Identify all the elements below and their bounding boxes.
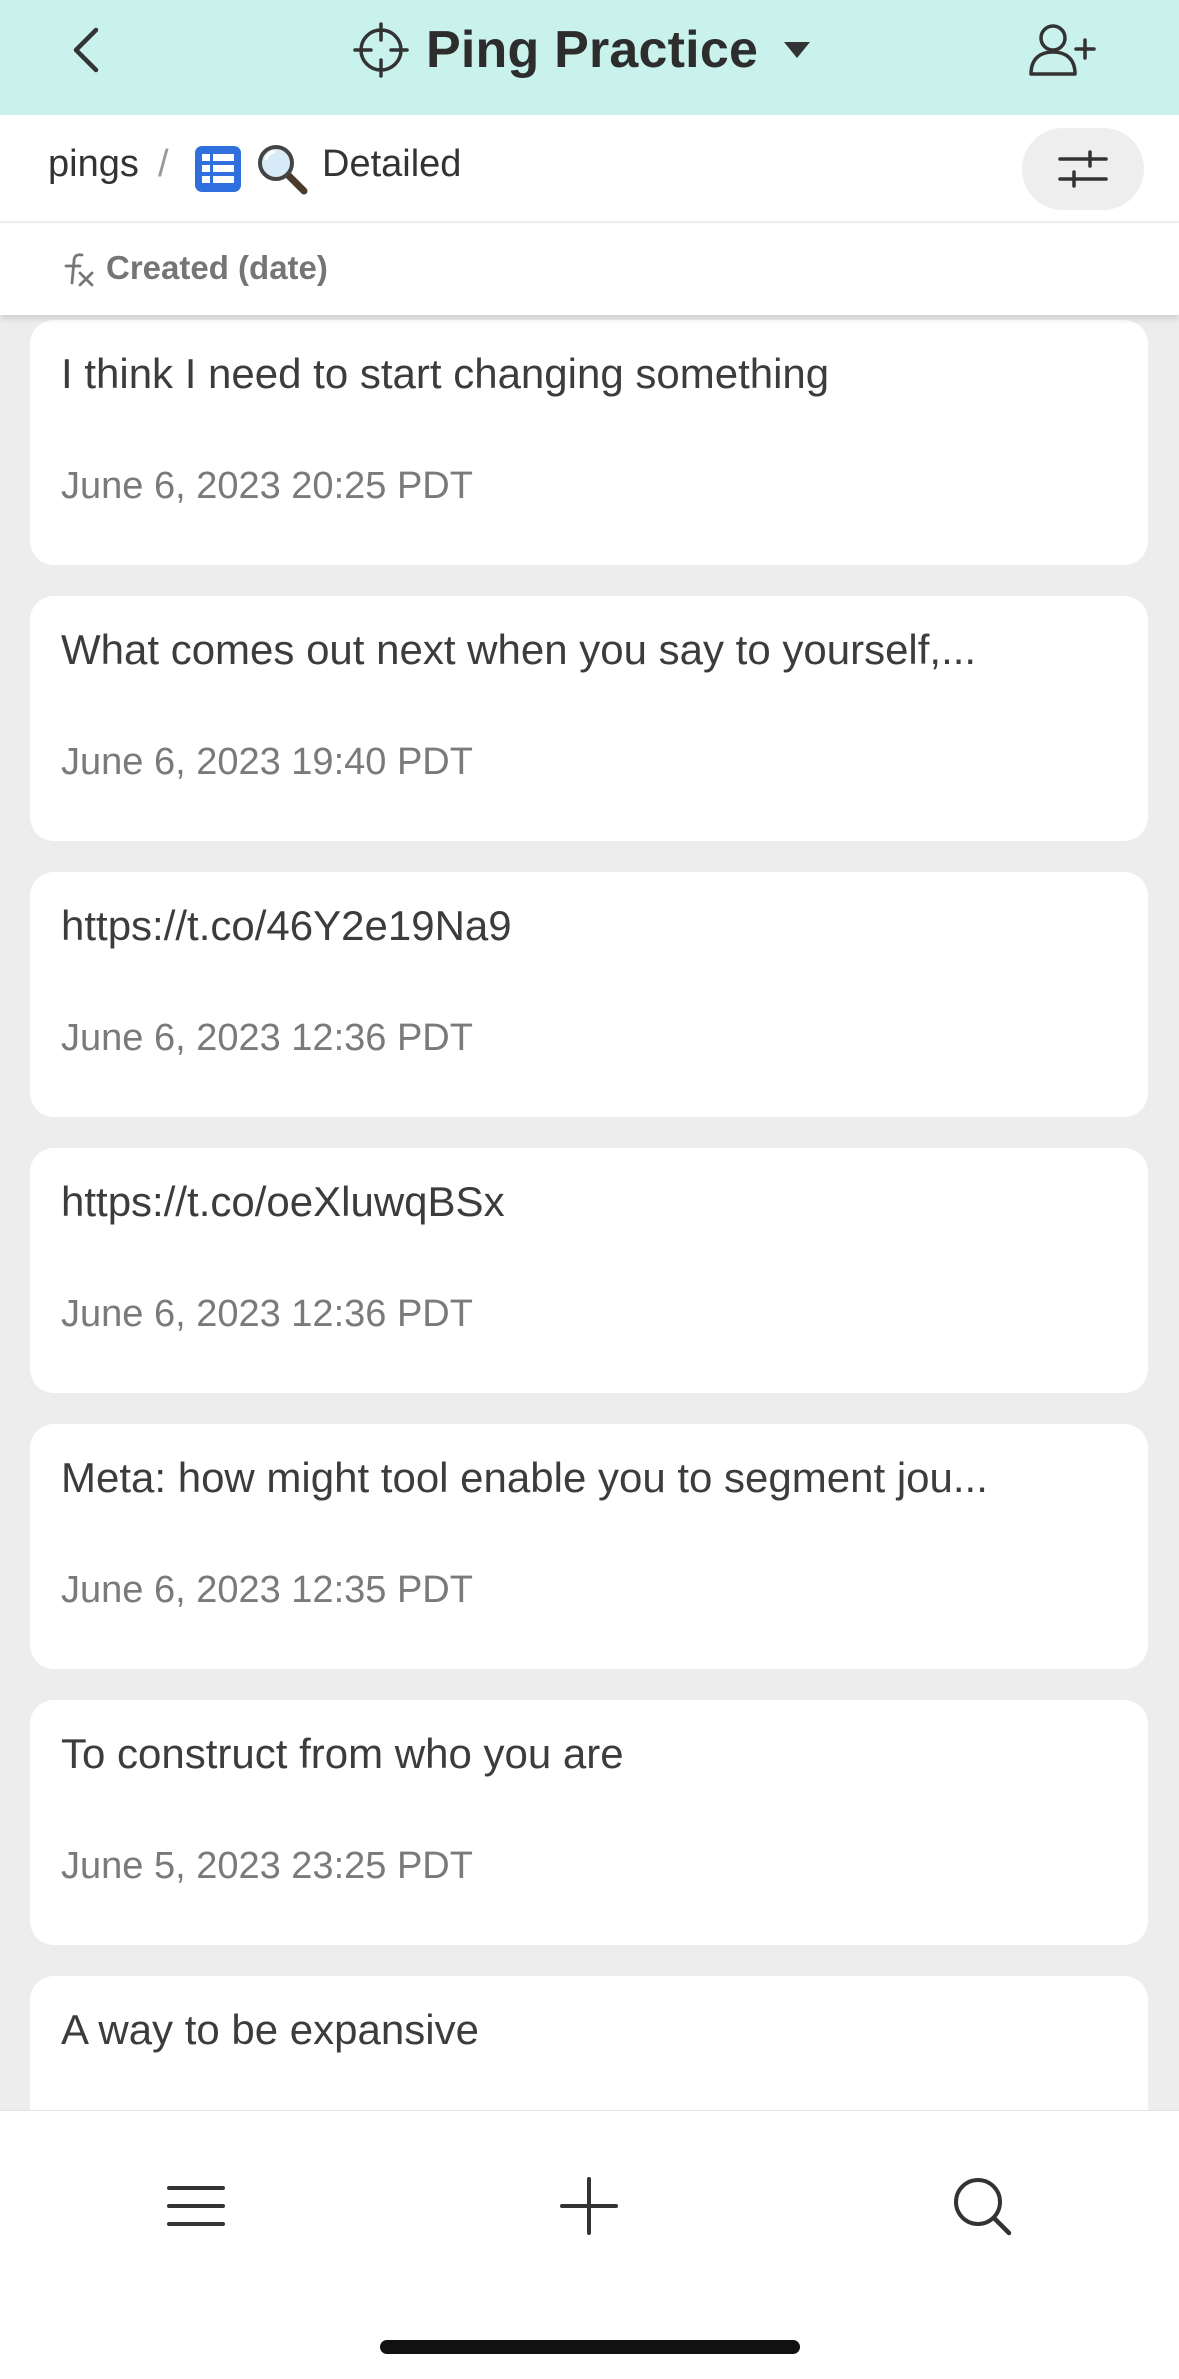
card-title: A way to be expansive — [61, 2006, 479, 2053]
card-title: What comes out next when you say to your… — [61, 626, 977, 673]
card-date: June 6, 2023 12:35 PDT — [61, 1569, 473, 1611]
sliders-icon — [1058, 150, 1108, 188]
search-button[interactable] — [937, 2161, 1027, 2251]
card-date: June 6, 2023 12:36 PDT — [61, 1293, 473, 1335]
back-button[interactable] — [60, 22, 110, 78]
sort-label: Created (date) — [106, 249, 328, 286]
menu-button[interactable] — [151, 2161, 241, 2251]
crosshair-icon — [353, 22, 409, 78]
add-user-button[interactable] — [1024, 16, 1100, 84]
hamburger-menu-icon — [167, 2186, 225, 2226]
plus-icon — [560, 2177, 618, 2235]
list-item[interactable]: https://t.co/46Y2e19Na9 June 6, 2023 12:… — [30, 872, 1148, 1117]
breadcrumb-separator: / — [158, 143, 169, 185]
list-item[interactable]: https://t.co/oeXluwqBSx June 6, 2023 12:… — [30, 1148, 1148, 1393]
card-title: Meta: how might tool enable you to segme… — [61, 1454, 988, 1501]
view-options-button[interactable] — [1022, 128, 1144, 210]
list-item[interactable]: To construct from who you are June 5, 20… — [30, 1700, 1148, 1945]
card-list: I think I need to start changing somethi… — [0, 315, 1179, 2110]
formula-fx-icon — [64, 253, 94, 287]
sort-bar[interactable]: Created (date) — [0, 223, 1179, 315]
list-item[interactable]: Meta: how might tool enable you to segme… — [30, 1424, 1148, 1669]
bottom-toolbar — [0, 2110, 1179, 2379]
caret-down-icon — [784, 42, 811, 58]
top-app-bar: Ping Practice — [0, 0, 1179, 115]
magnifier-icon — [258, 145, 308, 195]
card-date: June 5, 2023 23:25 PDT — [61, 1845, 473, 1887]
card-title: https://t.co/46Y2e19Na9 — [61, 902, 512, 949]
card-title: I think I need to start changing somethi… — [61, 350, 830, 397]
chevron-left-icon — [73, 27, 99, 73]
card-date: June 6, 2023 12:36 PDT — [61, 1017, 473, 1059]
card-title: To construct from who you are — [61, 1730, 624, 1777]
list-item[interactable]: What comes out next when you say to your… — [30, 596, 1148, 841]
card-date: June 6, 2023 19:40 PDT — [61, 741, 473, 783]
add-button[interactable] — [544, 2161, 634, 2251]
view-name[interactable]: Detailed — [322, 143, 461, 186]
app-screen: Ping Practice pings / Detailed Created (… — [0, 0, 1179, 2379]
home-indicator[interactable] — [380, 2340, 800, 2354]
doc-title-dropdown[interactable]: Ping Practice — [352, 12, 812, 88]
page-title: Ping Practice — [426, 21, 759, 79]
breadcrumb-root[interactable]: pings — [48, 143, 139, 186]
search-icon — [954, 2178, 1012, 2236]
add-user-icon — [1029, 24, 1096, 76]
table-grid-icon — [195, 146, 241, 192]
list-item[interactable]: A way to be expansive — [30, 1976, 1148, 2110]
breadcrumb: pings / Detailed — [0, 115, 1179, 223]
card-date: June 6, 2023 20:25 PDT — [61, 465, 473, 507]
card-title: https://t.co/oeXluwqBSx — [61, 1178, 505, 1225]
list-item[interactable]: I think I need to start changing somethi… — [30, 320, 1148, 565]
